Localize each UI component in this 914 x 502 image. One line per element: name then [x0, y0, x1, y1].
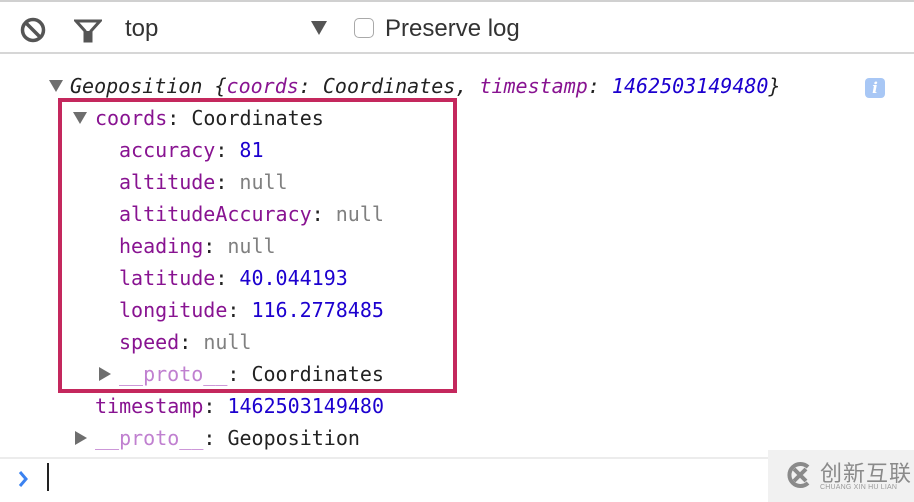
summary-timestamp-value: 1462503149480: [611, 74, 769, 98]
property-key: accuracy: [119, 138, 216, 162]
property-key: latitude: [119, 266, 216, 290]
preserve-log-checkbox[interactable]: [354, 18, 374, 38]
property-value: null: [227, 234, 276, 258]
geoposition-proto-row[interactable]: __proto__: Geoposition: [95, 422, 360, 454]
info-icon[interactable]: i: [865, 78, 885, 98]
coords-proto-row[interactable]: __proto__: Coordinates: [119, 358, 384, 390]
expand-geoposition-proto-icon[interactable]: [75, 431, 87, 445]
property-value: 40.044193: [239, 266, 348, 290]
console-output: Geoposition {coords: Coordinates, timest…: [0, 54, 914, 458]
context-dropdown-arrow-icon[interactable]: [311, 21, 327, 35]
console-input-caret[interactable]: [47, 463, 49, 491]
proto-type: Coordinates: [251, 362, 384, 386]
timestamp-row: timestamp: 1462503149480: [95, 390, 384, 422]
expand-coords-icon[interactable]: [73, 112, 87, 124]
colon: :: [167, 106, 192, 130]
watermark: 创新互联 CHUANG XIN HU LIAN: [768, 450, 914, 502]
coords-key: coords: [95, 106, 168, 130]
summary-brace-open: {: [202, 74, 227, 98]
summary-coords-type: Coordinates: [322, 74, 456, 98]
prompt-chevron-icon: [18, 471, 28, 487]
property-row-accuracy: accuracy: 81: [119, 134, 264, 166]
property-row-longitude: longitude: 116.2778485: [119, 294, 384, 326]
property-key: altitudeAccuracy: [119, 202, 312, 226]
clear-console-icon[interactable]: [19, 16, 47, 44]
colon: :: [311, 202, 336, 226]
proto-key: __proto__: [95, 426, 204, 450]
property-row-altitude-accuracy: altitudeAccuracy: null: [119, 198, 384, 230]
property-row-speed: speed: null: [119, 326, 251, 358]
colon: :: [203, 234, 228, 258]
watermark-logo-icon: [787, 462, 810, 488]
proto-type: Geoposition: [227, 426, 360, 450]
coords-type: Coordinates: [191, 106, 324, 130]
summary-colon: :: [587, 74, 612, 98]
colon: :: [179, 330, 204, 354]
property-value: null: [335, 202, 384, 226]
summary-brace-close: }: [768, 74, 781, 98]
proto-key: __proto__: [119, 362, 228, 386]
colon: :: [203, 394, 228, 418]
watermark-text-en: CHUANG XIN HU LIAN: [820, 484, 898, 491]
property-row-heading: heading: null: [119, 230, 276, 262]
summary-type: Geoposition: [70, 74, 203, 98]
summary-colon: :: [298, 74, 323, 98]
colon: :: [227, 298, 252, 322]
property-key: speed: [119, 330, 180, 354]
colon: :: [215, 170, 240, 194]
property-value: 81: [239, 138, 264, 162]
summary-timestamp-key: timestamp: [479, 74, 588, 98]
property-key: altitude: [119, 170, 216, 194]
expand-geoposition-icon[interactable]: [49, 80, 63, 92]
summary-coords-key: coords: [226, 74, 299, 98]
summary-comma: ,: [455, 74, 480, 98]
property-row-latitude: latitude: 40.044193: [119, 262, 348, 294]
preserve-log-label[interactable]: Preserve log: [385, 15, 520, 43]
filter-icon[interactable]: [74, 16, 102, 44]
colon: :: [203, 426, 228, 450]
timestamp-value: 1462503149480: [227, 394, 385, 418]
property-value: 116.2778485: [251, 298, 384, 322]
timestamp-key: timestamp: [95, 394, 204, 418]
coords-row[interactable]: coords: Coordinates: [95, 102, 324, 134]
colon: :: [227, 362, 252, 386]
colon: :: [215, 138, 240, 162]
property-value: null: [239, 170, 288, 194]
property-row-altitude: altitude: null: [119, 166, 288, 198]
context-selector[interactable]: top: [125, 15, 158, 43]
property-key: longitude: [119, 298, 228, 322]
console-toolbar: top Preserve log: [0, 0, 914, 54]
property-value: null: [203, 330, 252, 354]
property-key: heading: [119, 234, 204, 258]
expand-coords-proto-icon[interactable]: [99, 367, 111, 381]
colon: :: [215, 266, 240, 290]
